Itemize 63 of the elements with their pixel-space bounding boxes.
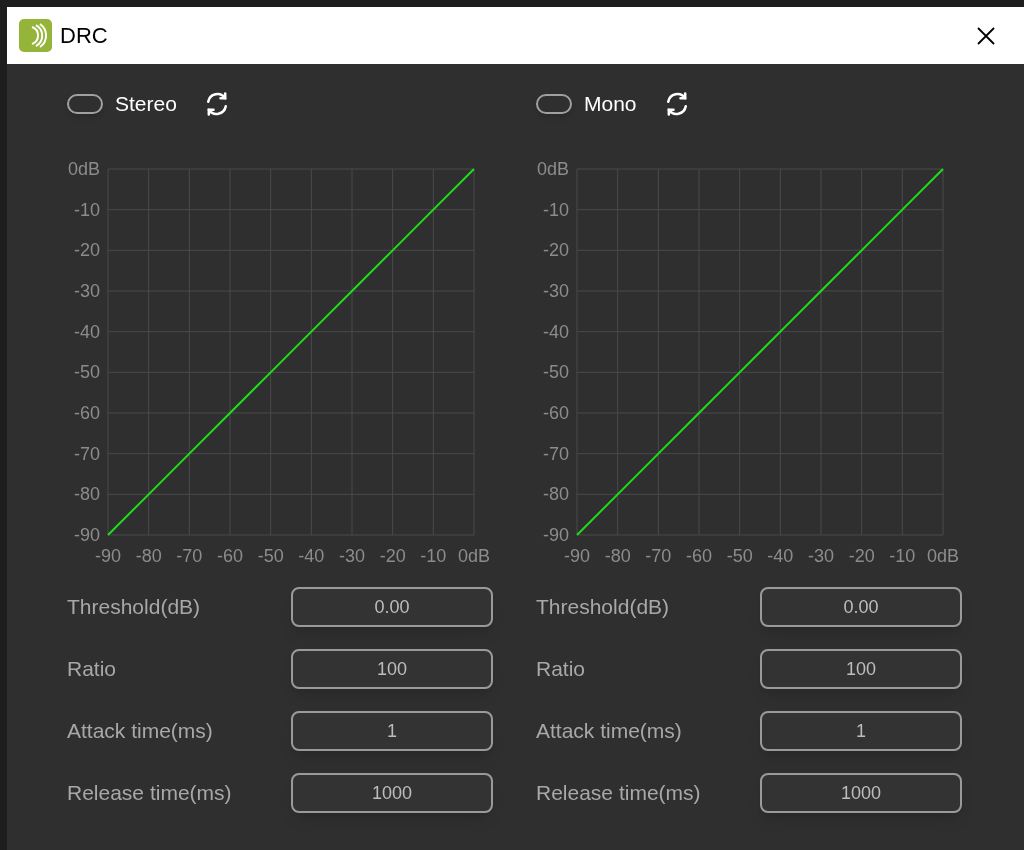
- toggle-switch[interactable]: [67, 94, 103, 114]
- value-field[interactable]: 100: [291, 649, 493, 689]
- x-axis-label: -20: [848, 546, 875, 565]
- y-axis-label: -30: [543, 281, 569, 301]
- y-axis-label: -40: [543, 321, 569, 342]
- field-label: Ratio: [536, 656, 587, 683]
- field-label: Attack time(ms): [536, 718, 683, 745]
- x-axis-label: -30: [339, 546, 365, 565]
- y-axis-label: -40: [74, 321, 100, 342]
- value-field[interactable]: 1: [291, 711, 493, 751]
- y-axis-label: -60: [543, 403, 569, 423]
- y-axis-label: -90: [543, 525, 569, 545]
- value-field[interactable]: 1000: [291, 773, 493, 813]
- toggle-label: Mono: [584, 91, 637, 118]
- y-axis-label: -60: [74, 403, 100, 423]
- y-axis-label: -70: [74, 443, 100, 464]
- y-axis-label: -30: [74, 281, 100, 301]
- value-field[interactable]: 1000: [760, 773, 962, 813]
- toggle-label: Stereo: [115, 91, 177, 118]
- close-icon[interactable]: [976, 25, 996, 46]
- x-axis-label: -40: [298, 546, 325, 565]
- x-axis-label: -50: [257, 546, 284, 565]
- y-axis-label: -20: [74, 240, 100, 261]
- y-axis-label: 0dB: [536, 159, 569, 179]
- x-axis-label: -80: [604, 546, 631, 565]
- value-field[interactable]: 0.00: [291, 587, 493, 627]
- field-label: Threshold(dB): [67, 594, 202, 621]
- x-axis-label: -10: [889, 546, 916, 565]
- field-label: Threshold(dB): [536, 594, 671, 621]
- y-axis-label: -90: [74, 525, 100, 545]
- value-field[interactable]: 0.00: [760, 587, 962, 627]
- y-axis-label: -50: [74, 362, 100, 383]
- x-axis-label: -20: [379, 546, 406, 565]
- x-axis-label: -90: [95, 546, 121, 565]
- x-axis-label: -60: [217, 546, 243, 565]
- x-axis-label: -10: [420, 546, 447, 565]
- x-axis-label: -90: [564, 546, 590, 565]
- field-label: Release time(ms): [67, 780, 233, 807]
- app-logo-icon: [19, 19, 52, 52]
- toggle-switch[interactable]: [536, 94, 572, 114]
- field-label: Attack time(ms): [67, 718, 214, 745]
- y-axis-label: -80: [74, 484, 100, 505]
- y-axis-label: -70: [543, 443, 569, 464]
- x-axis-label: -70: [176, 546, 203, 565]
- x-axis-label: -40: [767, 546, 794, 565]
- y-axis-label: -10: [543, 199, 569, 220]
- value-field[interactable]: 1: [760, 711, 962, 751]
- y-axis-label: -50: [543, 362, 569, 383]
- value-field[interactable]: 100: [760, 649, 962, 689]
- x-axis-label: -50: [726, 546, 753, 565]
- field-label: Release time(ms): [536, 780, 702, 807]
- x-axis-label: 0dB: [458, 546, 490, 565]
- x-axis-label: -80: [135, 546, 162, 565]
- y-axis-label: -10: [74, 199, 100, 220]
- y-axis-label: -80: [543, 484, 569, 505]
- x-axis-label: -70: [645, 546, 672, 565]
- y-axis-label: -20: [543, 240, 569, 261]
- x-axis-label: 0dB: [927, 546, 959, 565]
- y-axis-label: 0dB: [67, 159, 100, 179]
- x-axis-label: -30: [808, 546, 834, 565]
- field-label: Ratio: [67, 656, 118, 683]
- window-title: DRC: [60, 22, 108, 50]
- x-axis-label: -60: [686, 546, 712, 565]
